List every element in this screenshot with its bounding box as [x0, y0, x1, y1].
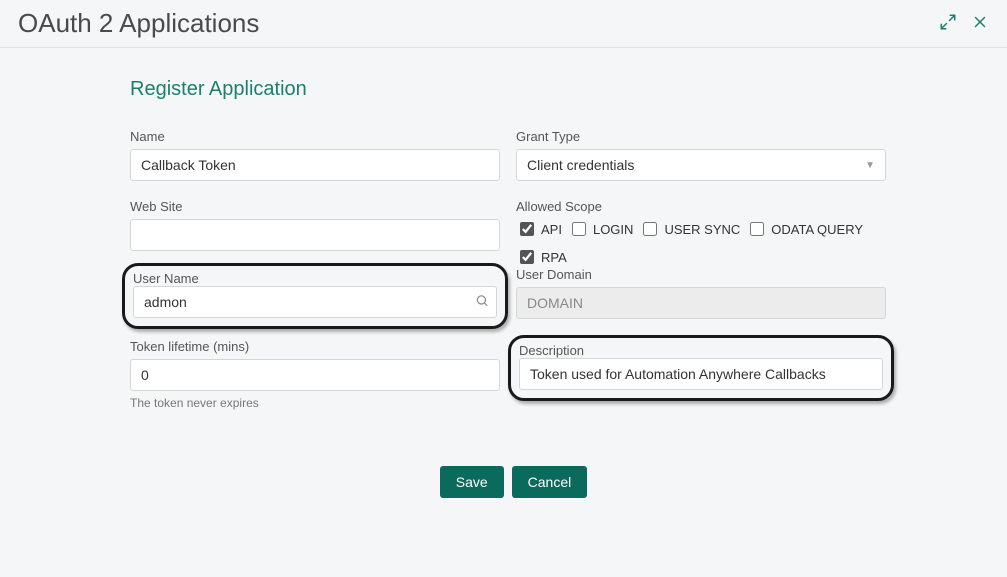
description-input[interactable]	[519, 358, 883, 390]
header-icons	[939, 13, 989, 34]
scope-login-checkbox[interactable]	[572, 222, 586, 236]
scope-login[interactable]: LOGIN	[568, 219, 633, 239]
username-label: User Name	[133, 271, 199, 286]
scope-rpa[interactable]: RPA	[516, 247, 567, 267]
description-field-wrap: Description	[516, 339, 886, 410]
token-lifetime-field: Token lifetime (mins) The token never ex…	[130, 339, 500, 410]
cancel-button[interactable]: Cancel	[512, 466, 588, 498]
button-row: Save Cancel	[130, 466, 897, 498]
username-input[interactable]	[133, 286, 497, 318]
token-lifetime-helper: The token never expires	[130, 396, 500, 410]
scope-api-label: API	[541, 222, 562, 237]
username-input-wrap	[133, 286, 497, 318]
scope-login-label: LOGIN	[593, 222, 633, 237]
scope-api[interactable]: API	[516, 219, 562, 239]
name-field: Name	[130, 129, 500, 181]
allowed-scope-label: Allowed Scope	[516, 199, 886, 214]
scope-usersync-checkbox[interactable]	[643, 222, 657, 236]
scope-odata-label: ODATA QUERY	[771, 222, 863, 237]
website-input[interactable]	[130, 219, 500, 251]
form-content: Register Application Name Grant Type Cli…	[0, 48, 1007, 518]
scope-api-checkbox[interactable]	[520, 222, 534, 236]
form-title: Register Application	[130, 78, 897, 101]
scope-odata[interactable]: ODATA QUERY	[746, 219, 863, 239]
scope-odata-checkbox[interactable]	[750, 222, 764, 236]
grant-type-label: Grant Type	[516, 129, 886, 144]
close-icon[interactable]	[971, 13, 989, 34]
username-highlight: User Name	[122, 263, 508, 329]
name-input[interactable]	[130, 149, 500, 181]
chevron-down-icon: ▼	[865, 160, 875, 171]
grant-type-field: Grant Type Client credentials ▼	[516, 129, 886, 181]
username-field-wrap: User Name	[130, 267, 500, 321]
scope-usersync[interactable]: USER SYNC	[639, 219, 740, 239]
userdomain-label: User Domain	[516, 267, 886, 282]
description-highlight: Description	[508, 335, 894, 401]
page-header: OAuth 2 Applications	[0, 0, 1007, 48]
website-field: Web Site	[130, 199, 500, 253]
scope-rpa-checkbox[interactable]	[520, 250, 534, 264]
website-label: Web Site	[130, 199, 500, 214]
description-label: Description	[519, 343, 584, 358]
userdomain-value: DOMAIN	[516, 287, 886, 319]
save-button[interactable]: Save	[440, 466, 504, 498]
scope-checkboxes: API LOGIN USER SYNC ODATA QUERY RPA	[516, 219, 886, 253]
token-lifetime-label: Token lifetime (mins)	[130, 339, 500, 354]
page-title: OAuth 2 Applications	[18, 8, 259, 39]
name-label: Name	[130, 129, 500, 144]
grant-type-select[interactable]: Client credentials ▼	[516, 149, 886, 181]
grant-type-value: Client credentials	[527, 157, 634, 173]
token-lifetime-input[interactable]	[130, 359, 500, 391]
userdomain-field: User Domain DOMAIN	[516, 267, 886, 321]
scope-rpa-label: RPA	[541, 250, 567, 265]
expand-icon[interactable]	[939, 13, 957, 34]
allowed-scope-field: Allowed Scope API LOGIN USER SYNC ODATA …	[516, 199, 886, 253]
scope-usersync-label: USER SYNC	[664, 222, 740, 237]
form-grid: Name Grant Type Client credentials ▼ Web…	[130, 129, 897, 410]
search-icon[interactable]	[475, 294, 489, 311]
